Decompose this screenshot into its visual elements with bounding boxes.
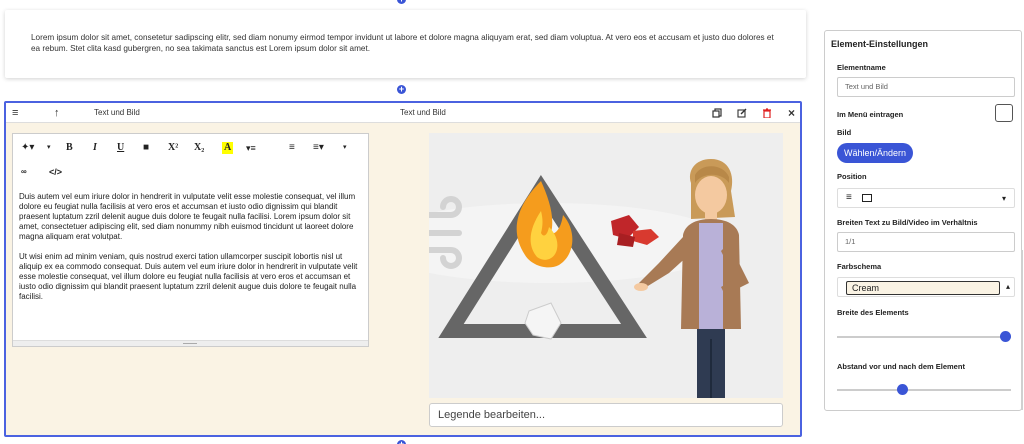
- panel-title: Element-Einstellungen: [831, 39, 929, 49]
- underline-button[interactable]: U: [117, 142, 124, 154]
- element-width-slider-thumb[interactable]: [1000, 331, 1011, 342]
- caption-input[interactable]: Legende bearbeiten...: [429, 403, 783, 427]
- element-type-label: Text und Bild: [94, 108, 140, 117]
- image-label: Bild: [837, 128, 852, 137]
- italic-button[interactable]: I: [93, 142, 97, 154]
- choose-image-button[interactable]: Wählen/Ändern: [837, 143, 914, 163]
- element-settings-panel: Element-Einstellungen Elementname Text u…: [824, 30, 1022, 411]
- rich-text-editor[interactable]: ✦▾ ▾ B I U ■ X² X₂ A ▾≡ ≡ ≡▾ ▾ ∞ </> Dui…: [12, 133, 369, 347]
- unordered-list-icon[interactable]: ▾≡: [246, 142, 256, 154]
- move-up-icon[interactable]: ↑: [54, 103, 60, 123]
- color-scheme-value: Cream: [846, 281, 1000, 295]
- chevron-up-icon: ▴: [1005, 282, 1010, 291]
- align-left-icon: ≡: [846, 192, 852, 203]
- position-label: Position: [837, 172, 867, 181]
- element-width-label: Breite des Elements: [837, 308, 909, 317]
- text-element-content: Lorem ipsum dolor sit amet, consetetur s…: [31, 33, 774, 53]
- spacing-slider-thumb[interactable]: [897, 384, 909, 395]
- delete-icon[interactable]: [762, 103, 772, 123]
- fire-triangle-illustration: [429, 133, 783, 398]
- editor-resize-handle[interactable]: [13, 340, 368, 346]
- element-toolbar: ≡ ↑ Text und Bild Text und Bild ×: [6, 103, 800, 123]
- code-view-button[interactable]: </>: [49, 166, 62, 178]
- font-color-button[interactable]: A: [222, 142, 234, 154]
- superscript-button[interactable]: X²: [168, 142, 178, 154]
- magic-wand-icon[interactable]: ✦▾: [21, 142, 34, 154]
- align-icon[interactable]: ≡▾: [313, 142, 324, 154]
- editor-paragraph-1: Duis autem vel eum iriure dolor in hendr…: [19, 192, 356, 241]
- editor-toolbar: ✦▾ ▾ B I U ■ X² X₂ A ▾≡ ≡ ≡▾ ▾ ∞ </>: [13, 134, 368, 180]
- dropdown-caret-icon[interactable]: ▾: [343, 142, 347, 154]
- ratio-input[interactable]: 1/1: [837, 232, 1015, 252]
- element-width-slider[interactable]: [837, 336, 1011, 338]
- position-select[interactable]: ≡ ▾: [837, 188, 1015, 208]
- image-icon: [862, 194, 872, 202]
- eraser-icon[interactable]: ■: [143, 142, 149, 154]
- editor-paragraph-2: Ut wisi enim ad minim veniam, quis nostr…: [19, 252, 358, 301]
- dropdown-caret-icon[interactable]: ▾: [47, 142, 51, 154]
- add-element-button-top[interactable]: +: [397, 0, 406, 4]
- menu-entry-label: Im Menü eintragen: [837, 110, 904, 119]
- menu-entry-checkbox[interactable]: [995, 104, 1013, 122]
- element-name-label: Elementname: [837, 63, 886, 72]
- bold-button[interactable]: B: [66, 142, 73, 154]
- copy-icon[interactable]: [712, 103, 722, 123]
- panel-scrollbar[interactable]: [1021, 250, 1023, 410]
- editor-content[interactable]: Duis autem vel eum iriure dolor in hendr…: [19, 192, 361, 312]
- subscript-button[interactable]: X₂: [194, 142, 204, 154]
- add-element-button[interactable]: +: [397, 85, 406, 94]
- edit-icon[interactable]: [737, 103, 747, 123]
- add-element-button-bottom[interactable]: +: [397, 440, 406, 444]
- spacing-slider[interactable]: [837, 389, 1011, 391]
- ratio-label: Breiten Text zu Bild/Video im Verhältnis: [837, 218, 978, 227]
- text-image-element[interactable]: ≡ ↑ Text und Bild Text und Bild × ✦▾ ▾ B…: [4, 101, 802, 437]
- close-icon[interactable]: ×: [788, 103, 795, 123]
- element-title: Text und Bild: [400, 108, 446, 117]
- color-scheme-select[interactable]: Cream ▴: [837, 277, 1015, 297]
- text-element-block[interactable]: Lorem ipsum dolor sit amet, consetetur s…: [5, 10, 806, 78]
- element-name-input[interactable]: Text und Bild: [837, 77, 1015, 97]
- spacing-label: Abstand vor und nach dem Element: [837, 362, 965, 371]
- ordered-list-icon[interactable]: ≡: [289, 142, 295, 154]
- link-icon[interactable]: ∞: [21, 166, 27, 178]
- menu-icon[interactable]: ≡: [12, 103, 18, 123]
- element-image[interactable]: [429, 133, 783, 398]
- chevron-down-icon: ▾: [1001, 194, 1006, 203]
- color-scheme-label: Farbschema: [837, 262, 882, 271]
